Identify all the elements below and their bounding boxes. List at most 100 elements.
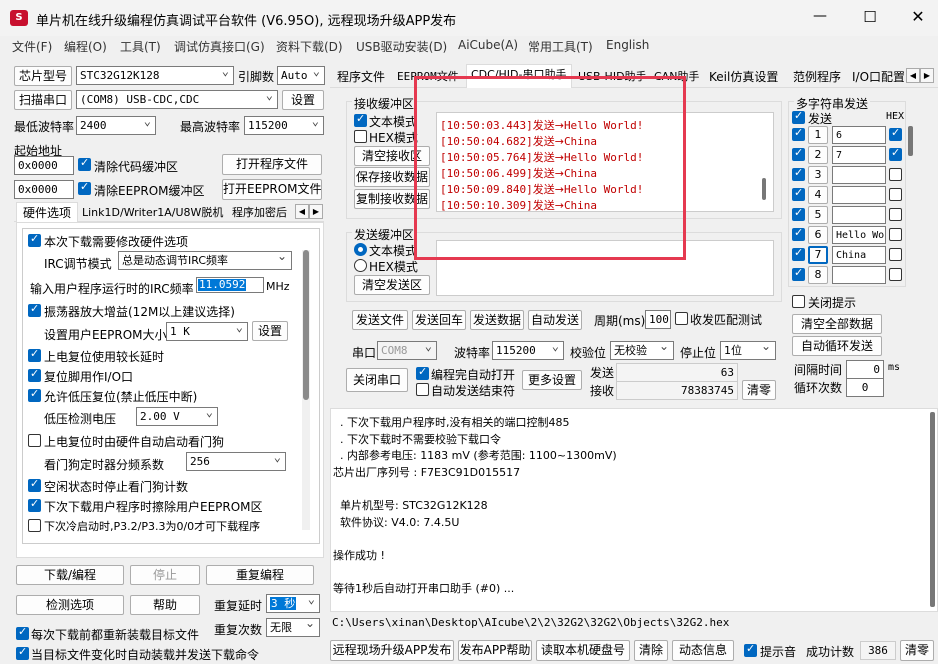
cold-boot-checkbox[interactable] [28,519,41,532]
idle-wdt-checkbox[interactable] [28,477,41,492]
multi-row-send-checkbox[interactable] [792,126,805,141]
clear-all-data-button[interactable]: 清空全部数据 [792,314,882,334]
erase-eeprom-checkbox[interactable] [28,497,41,512]
menu-tools[interactable]: 工具(T) [120,38,161,55]
port-settings-button[interactable]: 设置 [282,90,324,110]
send-text-mode-radio[interactable] [354,243,367,256]
send-enter-button[interactable]: 发送回车 [412,310,466,330]
multi-scrollbar[interactable] [908,126,913,156]
menu-debug[interactable]: 调试仿真接口(G) [174,38,265,55]
eeprom-set-button[interactable]: 设置 [252,321,288,341]
multi-row-send-checkbox[interactable] [792,186,805,201]
beep-checkbox[interactable] [744,642,757,657]
wdt-auto-checkbox[interactable] [28,434,41,447]
eeprom-size-select[interactable]: 1 K [166,322,248,341]
tab-examples[interactable]: 范例程序 [793,67,841,87]
multi-row-send-button[interactable]: 5 [808,206,828,224]
multi-row-hex-checkbox[interactable] [889,168,902,181]
code-addr-input[interactable]: 0x0000 [14,156,74,175]
multi-row-send-checkbox[interactable] [792,246,805,261]
multi-row-hex-checkbox[interactable] [889,228,902,241]
receive-scrollbar[interactable] [762,178,766,200]
auto-end-checkbox[interactable] [416,383,429,396]
multi-row-send-checkbox[interactable] [792,166,805,181]
chip-model-label[interactable]: 芯片型号 [14,66,72,86]
loop-count-input[interactable]: 0 [846,378,884,397]
long-delay-checkbox[interactable] [28,347,41,362]
clear-log-button[interactable]: 清除 [634,640,668,661]
recv-match-checkbox[interactable] [675,312,688,325]
open-eeprom-button[interactable]: 打开EEPROM文件 [222,179,322,200]
multi-row-text-input[interactable]: 7 [832,146,886,164]
log-scrollbar[interactable] [930,412,935,607]
download-button[interactable]: 下载/编程 [16,565,124,585]
interval-input[interactable]: 0 [846,360,884,379]
send-file-button[interactable]: 发送文件 [352,310,408,330]
lvd-select[interactable]: 2.00 V [136,407,218,426]
auto-load-checkbox[interactable] [16,645,29,660]
menu-common-tools[interactable]: 常用工具(T) [528,38,593,55]
tab-scroll-right-icon[interactable]: ▶ [309,204,323,219]
auto-open-checkbox[interactable] [416,365,429,380]
scan-port-button[interactable]: 扫描串口 [14,90,72,110]
modify-hw-checkbox[interactable] [28,232,41,247]
pins-select[interactable]: Auto [277,66,325,85]
publish-help-button[interactable]: 发布APP帮助 [458,640,532,661]
reset-io-checkbox[interactable] [28,367,41,382]
tab-keil[interactable]: Keil仿真设置 [709,67,778,87]
clear-send-button[interactable]: 清空发送区 [354,275,430,295]
menu-aicube[interactable]: AiCube(A) [458,38,518,52]
clear-eeprom-checkbox[interactable] [78,180,91,195]
clear-count-button[interactable]: 清零 [742,380,776,400]
auto-send-button[interactable]: 自动发送 [528,310,582,330]
multi-row-send-button[interactable]: 1 [808,126,828,144]
multi-row-text-input[interactable] [832,166,886,184]
right-tab-scroll-left-icon[interactable]: ◀ [906,68,920,83]
eeprom-addr-input[interactable]: 0x0000 [14,180,74,199]
clear-code-checkbox[interactable] [78,156,91,171]
multi-row-text-input[interactable]: 6 [832,126,886,144]
multi-row-send-button[interactable]: 6 [808,226,828,244]
read-disk-button[interactable]: 读取本机硬盘号 [536,640,630,661]
open-program-button[interactable]: 打开程序文件 [222,154,322,175]
multi-row-hex-checkbox[interactable] [889,208,902,221]
multi-row-text-input[interactable] [832,186,886,204]
multi-row-send-checkbox[interactable] [792,226,805,241]
tab-encrypt[interactable]: 程序加密后 [232,203,294,223]
multi-row-send-button[interactable]: 8 [808,266,828,284]
recv-text-mode-checkbox[interactable] [354,112,367,127]
menu-usb-driver[interactable]: USB驱动安装(D) [356,38,447,55]
tab-link1d[interactable]: Link1D/Writer1A/U8W脱机 [82,203,223,223]
osc-gain-checkbox[interactable] [28,302,41,317]
multi-row-text-input[interactable] [832,206,886,224]
menu-download[interactable]: 资料下载(D) [276,38,343,55]
hw-scrollbar[interactable] [302,250,310,530]
multi-row-hex-checkbox[interactable] [889,248,902,261]
lvr-checkbox[interactable] [28,387,41,402]
repeat-delay-select[interactable]: 3 秒 [266,594,320,613]
repeat-count-select[interactable]: 无限 [266,618,320,637]
send-hex-mode-radio[interactable] [354,259,367,272]
auto-loop-send-button[interactable]: 自动循环发送 [792,336,882,356]
remote-publish-button[interactable]: 远程现场升级APP发布 [330,640,454,661]
max-baud-select[interactable]: 115200 [244,116,324,135]
reload-each-checkbox[interactable] [16,625,29,640]
tab-hardware-options[interactable]: 硬件选项 [16,202,79,223]
min-baud-select[interactable]: 2400 [76,116,156,135]
menu-file[interactable]: 文件(F) [12,38,52,55]
check-options-button[interactable]: 检测选项 [16,595,124,615]
tab-program-file[interactable]: 程序文件 [337,67,385,87]
baud-select[interactable]: 115200 [492,341,564,360]
stop-bits-select[interactable]: 1位 [720,341,776,360]
stop-button[interactable]: 停止 [130,565,200,585]
multi-row-send-checkbox[interactable] [792,206,805,221]
port-select[interactable]: (COM8) USB-CDC,CDC [76,90,278,109]
more-settings-button[interactable]: 更多设置 [522,370,582,390]
recv-hex-mode-checkbox[interactable] [354,130,367,143]
wdt-div-select[interactable]: 256 [186,452,286,471]
help-button[interactable]: 帮助 [130,595,200,615]
period-input[interactable]: 100 [645,310,671,329]
minimize-icon[interactable]: — [808,8,832,28]
repeat-program-button[interactable]: 重复编程 [206,565,314,585]
right-tab-scroll-right-icon[interactable]: ▶ [920,68,934,83]
